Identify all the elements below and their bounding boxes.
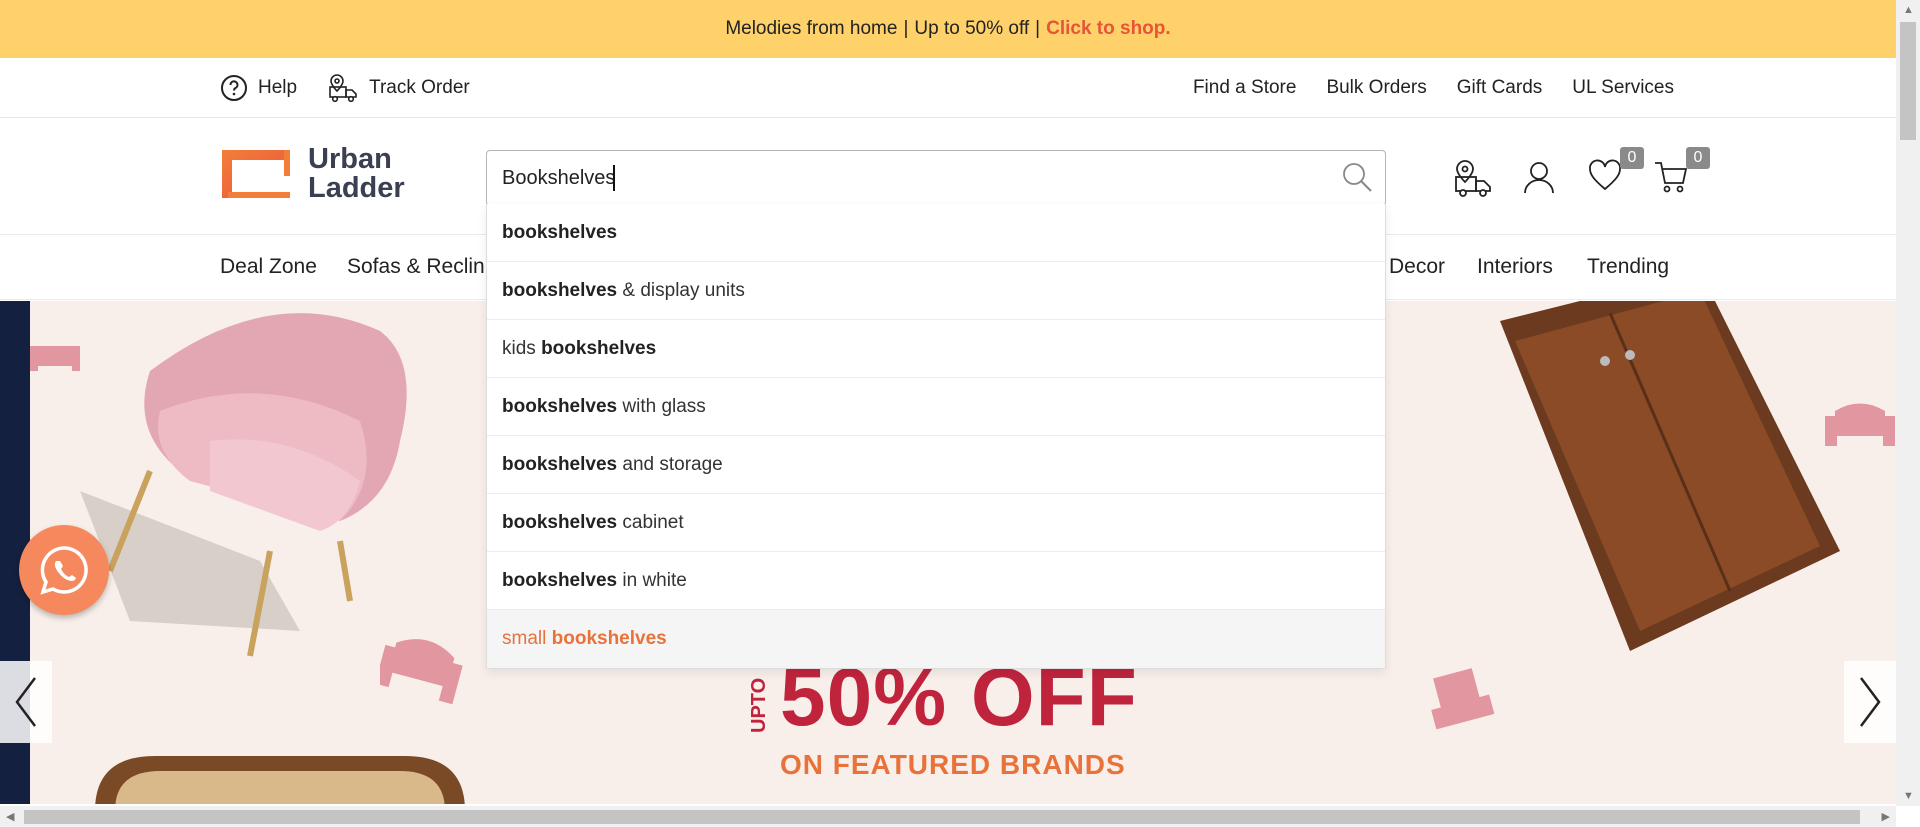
nav-item-trending[interactable]: Trending [1587, 255, 1669, 279]
cart-icon [1655, 162, 1688, 193]
help-icon [221, 74, 247, 101]
suggestion-prefix: kids [502, 337, 542, 359]
hero-prev-button[interactable] [0, 661, 52, 743]
suggestion-match: bookshelves [502, 279, 618, 301]
suggestion-suffix: in white [617, 569, 687, 591]
suggestion-item-highlighted[interactable]: small bookshelves [487, 610, 1385, 668]
nav-item-interiors[interactable]: Interiors [1477, 255, 1553, 279]
suggestion-item[interactable]: bookshelves [487, 204, 1385, 262]
rattan-bench-image [95, 756, 465, 804]
whatsapp-icon [40, 546, 88, 595]
promo-offer: Up to 50% off [914, 18, 1030, 39]
user-icon [1524, 162, 1554, 194]
suggestion-match: bookshelves [502, 569, 618, 591]
pink-armchair-image [80, 313, 407, 657]
suggestion-match: bookshelves [502, 453, 618, 475]
suggestion-item[interactable]: bookshelves and storage [487, 436, 1385, 494]
wishlist-button[interactable]: 0 [1584, 147, 1644, 199]
suggestion-item[interactable]: bookshelves with glass [487, 378, 1385, 436]
track-order-link[interactable]: Track Order [327, 73, 470, 103]
nav-item-sofas[interactable]: Sofas & Reclin [347, 255, 485, 279]
search-icon[interactable] [1341, 161, 1373, 193]
suggestion-item[interactable]: bookshelves & display units [487, 262, 1385, 320]
suggestion-prefix: small [502, 628, 552, 649]
horizontal-scrollbar[interactable]: ◀ ▶ [0, 806, 1896, 827]
suggestion-item[interactable]: bookshelves in white [487, 552, 1385, 610]
search-input[interactable]: Bookshelves [502, 167, 615, 190]
suggestion-suffix: cabinet [617, 511, 684, 533]
vertical-scrollbar[interactable]: ▲ ▼ [1896, 0, 1920, 806]
suggestion-match: bookshelves [502, 511, 618, 533]
chevron-right-icon [1860, 677, 1881, 727]
nav-item-decor[interactable]: Decor [1389, 255, 1445, 279]
suggestion-match: bookshelves [502, 395, 618, 417]
delivery-truck-icon [329, 73, 357, 102]
cart-button[interactable]: 0 [1650, 147, 1710, 199]
bulk-orders-link[interactable]: Bulk Orders [1326, 77, 1426, 99]
header-icons: 0 0 [1452, 147, 1710, 199]
walnut-cabinet-image [1500, 301, 1840, 651]
help-label: Help [258, 76, 298, 98]
scroll-down-icon[interactable]: ▼ [1903, 790, 1914, 802]
store-locator-button[interactable] [1452, 159, 1494, 199]
suggestion-item[interactable]: bookshelves cabinet [487, 494, 1385, 552]
horizontal-scroll-thumb[interactable] [24, 810, 1860, 824]
promo-text: Melodies from home [725, 18, 898, 39]
suggestion-suffix: and storage [617, 453, 723, 475]
suggestion-match: bookshelves [541, 337, 657, 359]
promo-separator-2: | [1035, 18, 1041, 39]
logo-line-2: Ladder [308, 172, 405, 204]
sofa-pattern-icon-3 [1431, 668, 1495, 730]
suggestion-match: bookshelves [502, 221, 618, 243]
suggestion-suffix: with glass [617, 395, 706, 417]
hero-subheadline: ON FEATURED BRANDS [780, 749, 1126, 780]
help-link[interactable]: Help [220, 74, 297, 102]
suggestion-item[interactable]: kids bookshelves [487, 320, 1385, 378]
account-button[interactable] [1518, 159, 1560, 199]
vertical-scroll-thumb[interactable] [1900, 22, 1916, 140]
whatsapp-chat-button[interactable] [19, 525, 109, 615]
find-store-link[interactable]: Find a Store [1193, 77, 1297, 99]
logo-mark-icon [222, 150, 290, 198]
heart-icon [1589, 159, 1621, 191]
sofa-pattern-icon-2 [380, 639, 463, 705]
ul-services-link[interactable]: UL Services [1572, 77, 1674, 99]
search-suggestions: bookshelves bookshelves & display units … [486, 204, 1386, 669]
delivery-location-icon [1455, 160, 1491, 197]
urban-ladder-logo[interactable]: Urban Ladder [220, 145, 405, 203]
logo-line-1: Urban [308, 143, 392, 175]
promo-shop-link[interactable]: Click to shop. [1046, 18, 1171, 40]
scroll-up-icon[interactable]: ▲ [1903, 4, 1914, 16]
text-caret [613, 165, 615, 191]
chevron-left-icon [15, 677, 36, 727]
promo-separator: | [903, 18, 909, 39]
nav-item-deal-zone[interactable]: Deal Zone [220, 255, 317, 279]
search-box: Bookshelves [486, 150, 1386, 206]
track-order-label: Track Order [369, 76, 470, 98]
suggestion-suffix: & display units [617, 279, 745, 301]
cart-count-badge: 0 [1686, 147, 1710, 169]
utility-bar: Help Track Order Find a Store Bulk Order… [0, 58, 1896, 118]
wishlist-count-badge: 0 [1620, 147, 1644, 169]
sofa-pattern-icon [30, 346, 80, 371]
scroll-left-icon[interactable]: ◀ [6, 810, 14, 823]
sofa-pattern-icon-4 [1825, 403, 1895, 446]
suggestion-match: bookshelves [551, 628, 667, 649]
promo-bar: Melodies from home | Up to 50% off | Cli… [0, 0, 1896, 58]
gift-cards-link[interactable]: Gift Cards [1457, 77, 1543, 99]
hero-upto-label: UPTO [748, 677, 770, 733]
scroll-right-icon[interactable]: ▶ [1882, 810, 1890, 823]
hero-next-button[interactable] [1844, 661, 1896, 743]
